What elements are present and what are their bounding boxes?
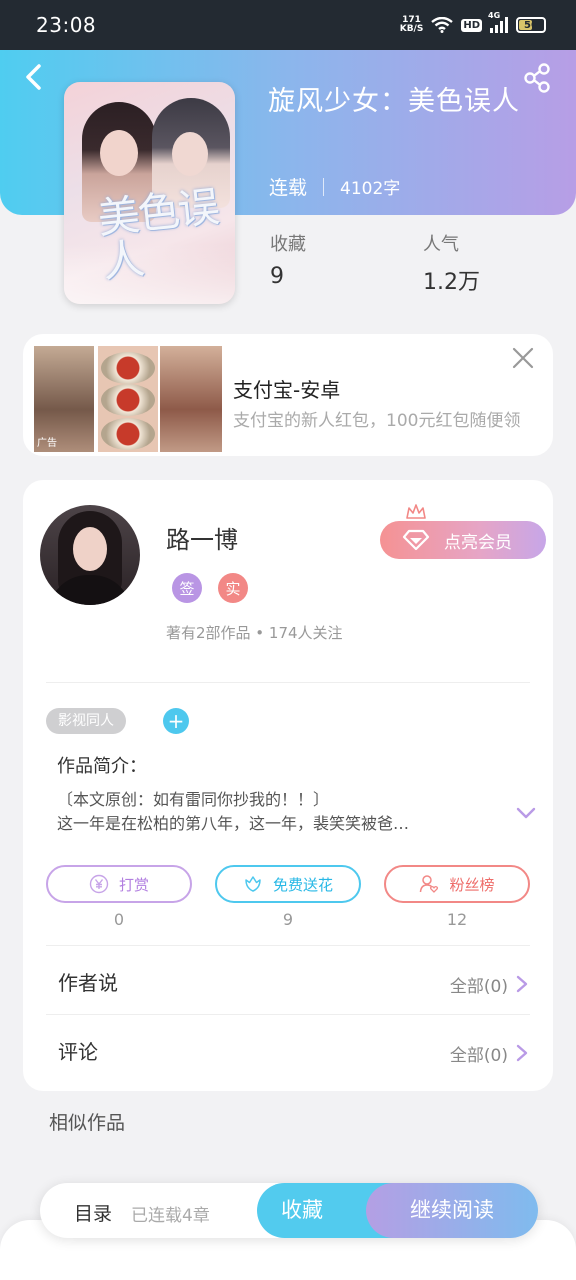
send-flower-button[interactable]: 免费送花: [215, 865, 361, 903]
ad-label: 广告: [37, 438, 57, 449]
ad-food-image: [101, 352, 155, 384]
comments-label: 评论: [58, 1040, 98, 1064]
status-time: 23:08: [36, 13, 97, 37]
stat-popularity: 人气 1.2万: [423, 230, 480, 296]
hd-icon: HD: [461, 18, 482, 32]
intro-line: 这一年是在松柏的第八年，这一年，裴笑笑被爸…: [57, 814, 410, 833]
genre-tag[interactable]: 影视同人: [46, 708, 126, 734]
signal-icon: 4G: [488, 11, 508, 33]
book-word-count: 4102字: [340, 179, 401, 199]
verified-badge: 实: [218, 573, 248, 603]
tip-count: 0: [113, 910, 125, 929]
diamond-icon: [402, 529, 430, 551]
send-flower-label: 免费送花: [272, 875, 333, 894]
toc-button[interactable]: 目录: [74, 1199, 112, 1226]
stat-value: 9: [270, 264, 284, 289]
vip-button-label: 点亮会员: [444, 532, 512, 553]
stat-collect: 收藏 9: [270, 230, 306, 289]
battery-level: 50: [524, 19, 538, 31]
bottom-action-bar: 目录 已连载4章 收藏 继续阅读: [40, 1183, 538, 1238]
close-icon[interactable]: [512, 347, 534, 369]
tip-button-label: 打赏: [118, 875, 149, 894]
battery-icon: 50: [516, 17, 546, 33]
similar-works-heading: 相似作品: [49, 1112, 126, 1134]
chevron-right-icon: [516, 1044, 528, 1062]
status-icons: 171 KB/S HD 4G 50: [400, 11, 546, 37]
book-title: 旋风少女：美色误人: [268, 86, 520, 117]
book-cover[interactable]: 美色误人: [64, 82, 235, 304]
tip-button[interactable]: 打赏: [46, 865, 192, 903]
add-tag-button[interactable]: +: [163, 708, 189, 734]
author-says-count: 全部(0): [449, 977, 508, 997]
status-bar: 23:08 171 KB/S HD 4G 50: [0, 0, 576, 50]
fan-ranking-button[interactable]: 粉丝榜: [384, 865, 530, 903]
ad-card[interactable]: 广告 支付宝-安卓 支付宝的新人红包，100元红包随便领: [23, 334, 553, 456]
crown-icon: [406, 504, 426, 519]
flower-icon: [245, 876, 261, 892]
divider: [46, 682, 530, 683]
stat-label: 收藏: [270, 234, 306, 255]
book-meta: 连载 4102字: [269, 173, 400, 200]
chevron-down-icon[interactable]: [516, 806, 536, 820]
ad-food-image: [101, 418, 155, 450]
flower-count: 9: [282, 910, 294, 929]
ad-thumbnail: [160, 346, 222, 452]
stat-label: 人气: [423, 234, 459, 255]
net-speed: 171 KB/S: [400, 16, 424, 34]
ad-food-image: [101, 384, 155, 416]
author-says-label: 作者说: [58, 971, 118, 995]
author-card: 路一博 签 实 著有2部作品 • 174人关注 点亮会员 影视同人 + 作品简介…: [23, 480, 553, 1091]
fan-icon: [420, 875, 439, 893]
chapter-count: 已连载4章: [131, 1206, 210, 1226]
ad-description: 支付宝的新人红包，100元红包随便领: [233, 411, 521, 431]
divider: [46, 1014, 530, 1015]
fan-count: 12: [446, 910, 468, 929]
intro-line: 〔本文原创：如有雷同你抄我的！！〕: [57, 790, 330, 809]
stat-value: 1.2万: [423, 270, 480, 295]
cover-title: 美色误人: [95, 181, 220, 287]
ad-name: 支付宝-安卓: [233, 378, 341, 402]
wifi-icon: [431, 17, 454, 33]
continue-reading-button[interactable]: 继续阅读: [366, 1183, 538, 1238]
back-arrow-icon[interactable]: [20, 62, 48, 92]
intro-heading: 作品简介：: [57, 756, 147, 777]
book-status: 连载: [269, 177, 308, 199]
yen-icon: [89, 874, 109, 894]
author-avatar[interactable]: [40, 505, 140, 605]
author-name[interactable]: 路一博: [166, 520, 238, 555]
divider: [46, 945, 530, 946]
comments-count: 全部(0): [449, 1046, 508, 1066]
author-works-info: 著有2部作品 • 174人关注: [166, 624, 343, 642]
net-speed-unit: KB/S: [399, 24, 424, 34]
network-type: 4G: [488, 11, 501, 20]
vip-button[interactable]: 点亮会员: [380, 504, 546, 559]
signed-badge: 签: [172, 573, 202, 603]
intro-text[interactable]: 〔本文原创：如有雷同你抄我的！！〕 这一年是在松柏的第八年，这一年，裴笑笑被爸…: [57, 788, 487, 836]
fan-ranking-label: 粉丝榜: [449, 875, 495, 894]
chevron-right-icon: [516, 975, 528, 993]
